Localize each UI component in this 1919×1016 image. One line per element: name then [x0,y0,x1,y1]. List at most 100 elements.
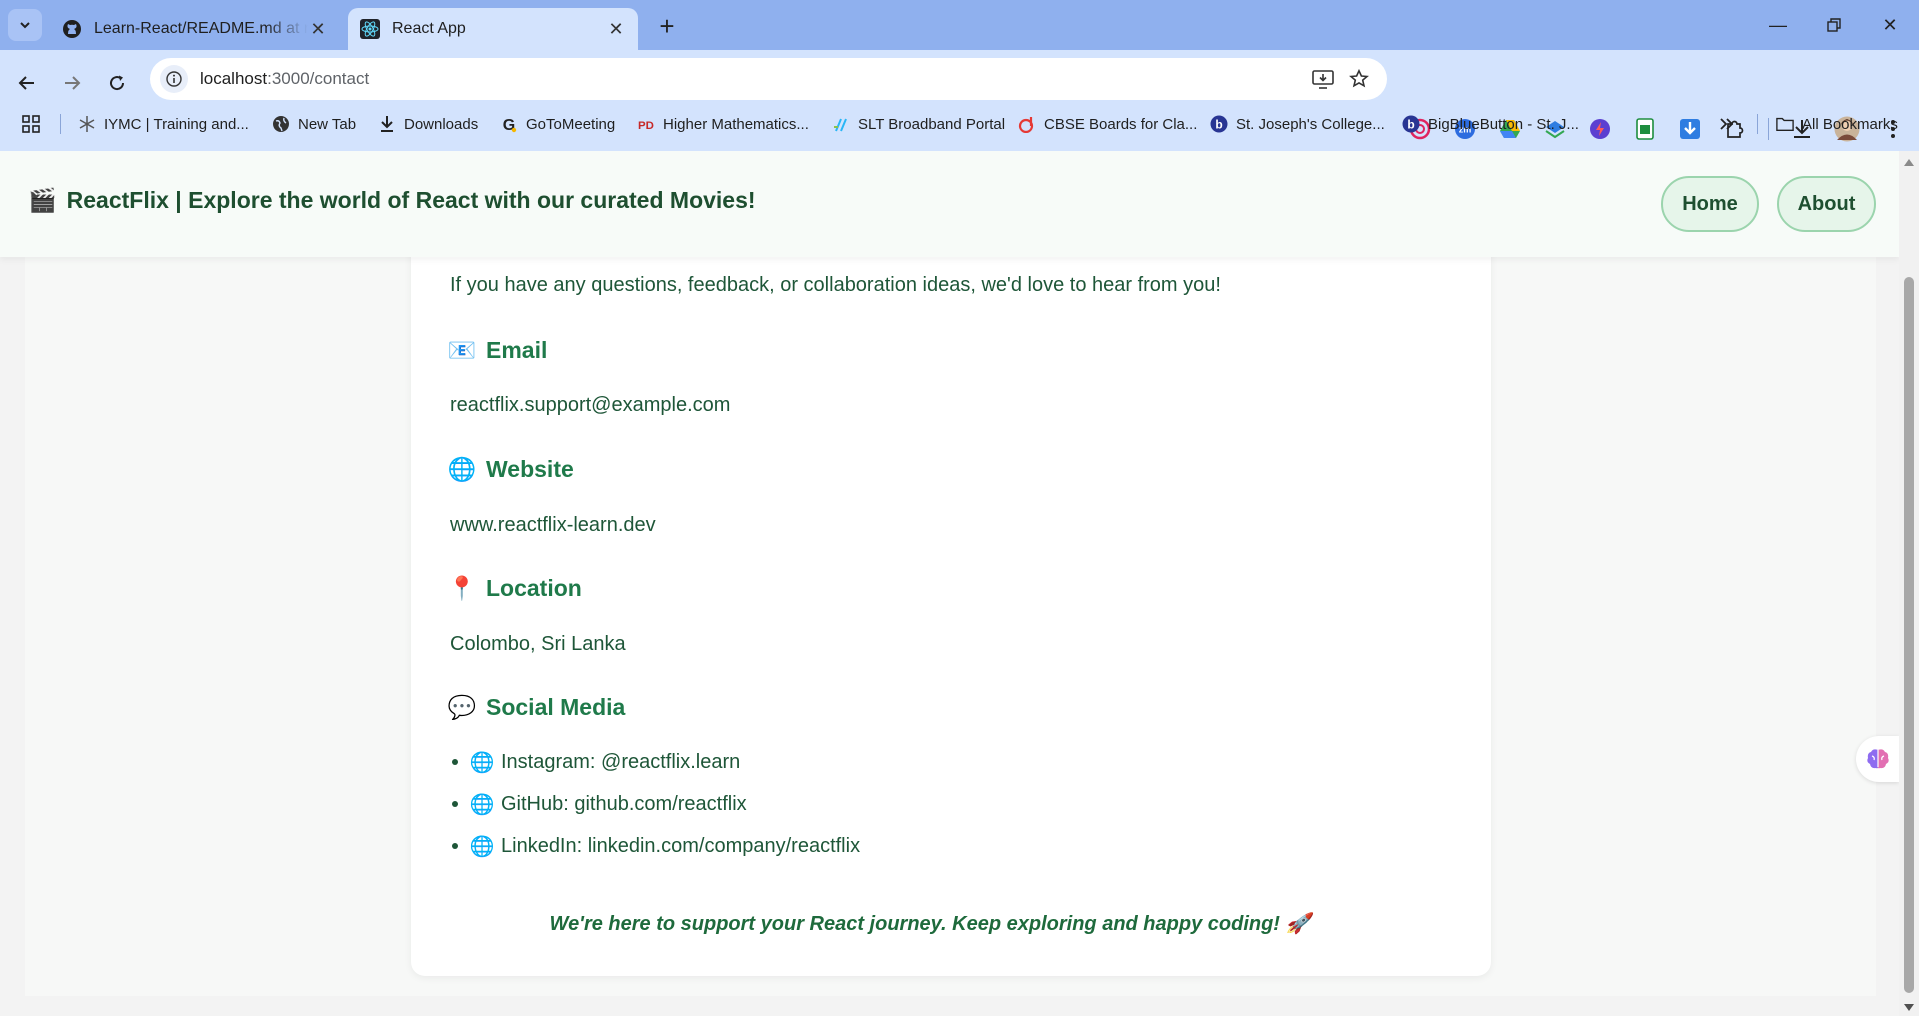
apps-grid-icon [22,115,40,133]
list-item[interactable]: 🌐 Instagram: @reactflix.learn [450,741,860,783]
address-bar[interactable]: localhost:3000/contact [150,58,1387,100]
globe-icon: 🌐 [469,793,495,816]
bookmark-slt-broadband[interactable]: SLT Broadband Portal [832,111,1005,137]
svg-text:b: b [1407,118,1414,132]
bookmark-gotomeeting[interactable]: G GoToMeeting [500,111,615,137]
website-value[interactable]: www.reactflix-learn.dev [450,514,656,537]
floating-assistant-button[interactable] [1856,736,1899,782]
bookmark-label: St. Joseph's College... [1236,115,1385,133]
email-icon: 📧 [447,337,477,363]
tab-github-readme[interactable]: Learn-React/README.md at main ✕ [50,8,340,50]
double-chevron-right-icon [1718,115,1736,133]
bullet [452,759,458,765]
bookmark-label: BigBlueButton - St. J... [1428,115,1579,133]
all-bookmarks-label: All Bookmarks [1802,115,1898,133]
bbb-icon: b [1402,115,1420,133]
close-window-button[interactable]: ✕ [1862,0,1918,50]
apps-button[interactable] [22,111,40,137]
tab-strip: Learn-React/README.md at main ✕ React Ap… [0,0,1919,50]
website-heading-text: Website [486,456,574,482]
reload-button[interactable] [99,65,135,101]
scroll-up-icon[interactable] [1903,157,1915,167]
url-text: localhost:3000/contact [200,69,370,88]
github-icon [62,19,82,39]
bookmark-higher-mathematics[interactable]: PD Higher Mathematics... [637,111,809,137]
email-value[interactable]: reactflix.support@example.com [450,394,730,417]
site-header: 🎬 ReactFlix | Explore the world of React… [0,151,1899,257]
restore-button[interactable] [1806,0,1862,50]
speech-bubble-icon: 💬 [447,694,477,720]
location-value: Colombo, Sri Lanka [450,633,626,655]
toolbar-divider [1768,118,1769,140]
gotomeeting-icon: G [500,115,518,133]
bullet [452,801,458,807]
bookmark-cbse-boards[interactable]: CBSE Boards for Cla... [1018,111,1197,137]
site-info-icon[interactable] [160,65,188,93]
minimize-icon: — [1769,14,1787,35]
tab-search-button[interactable] [8,9,42,41]
tab-react-app[interactable]: React App ✕ [348,8,638,50]
new-tab-button[interactable]: + [652,11,682,41]
bbb-icon: b [1210,115,1228,133]
nav-about-button[interactable]: About [1777,176,1876,232]
social-list: 🌐 Instagram: @reactflix.learn 🌐 GitHub: … [450,741,860,867]
folder-icon [1776,115,1794,133]
brain-icon [1866,749,1889,769]
download-icon [378,115,396,133]
reload-icon [110,75,125,91]
close-icon[interactable]: ✕ [308,19,328,39]
social-linkedin: LinkedIn: linkedin.com/company/reactflix [501,834,861,857]
social-heading-text: Social Media [486,694,626,720]
close-icon: ✕ [1882,14,1898,35]
list-item[interactable]: 🌐 GitHub: github.com/reactflix [450,783,860,825]
bookmark-label: New Tab [298,115,357,133]
location-heading-text: Location [486,575,582,601]
svg-text:b: b [1215,118,1222,132]
all-bookmarks-button[interactable]: All Bookmarks [1776,111,1898,137]
globe-icon [272,115,290,133]
bookmark-new-tab[interactable]: New Tab [272,111,356,137]
chevron-down-icon [20,22,30,29]
scroll-down-icon[interactable] [1903,1002,1915,1012]
bookmark-bigbluebutton[interactable]: b BigBlueButton - St. J... [1402,111,1579,137]
bookmark-label: SLT Broadband Portal [858,115,1006,133]
extension-sheet-icon[interactable] [1632,116,1658,142]
more-bookmarks-button[interactable] [1718,111,1736,137]
social-instagram: Instagram: @reactflix.learn [501,750,741,773]
brand[interactable]: 🎬 ReactFlix | Explore the world of React… [28,187,756,214]
bookmark-st-josephs[interactable]: b St. Joseph's College... [1210,111,1385,137]
tab-title: React App [392,20,466,37]
bookmarks-divider [60,114,61,134]
bookmark-label: IYMC | Training and... [104,115,249,133]
bookmark-label: CBSE Boards for Cla... [1044,115,1198,133]
location-heading: 📍 Location [448,575,582,602]
close-icon[interactable]: ✕ [606,19,626,39]
cbse-icon [1018,115,1036,133]
extension-download-icon[interactable] [1677,116,1703,142]
forward-button[interactable] [54,65,90,101]
social-heading: 💬 Social Media [447,694,626,721]
arrow-left-icon [18,76,34,90]
star-icon[interactable] [1346,66,1372,92]
list-item[interactable]: 🌐 LinkedIn: linkedin.com/company/reactfl… [450,825,860,867]
svg-text:PD: PD [638,120,654,132]
website-heading: 🌐 Website [447,456,574,483]
bookmark-label: Downloads [404,115,479,133]
extension-bolt-icon[interactable] [1587,116,1613,142]
back-button[interactable] [9,65,45,101]
email-heading: 📧 Email [447,337,548,364]
minimize-button[interactable]: — [1750,0,1806,50]
page-scrollbar[interactable] [1899,151,1919,1016]
bookmark-iymc[interactable]: IYMC | Training and... [78,111,249,137]
globe-icon: 🌐 [469,751,495,774]
scrollbar-thumb[interactable] [1904,277,1914,993]
nav-home-button[interactable]: Home [1661,176,1759,232]
iymc-icon [78,115,96,133]
install-app-icon[interactable] [1310,66,1336,92]
closing-message: We're here to support your React journey… [549,913,1311,935]
email-heading-text: Email [486,337,548,363]
globe-icon: 🌐 [447,456,477,482]
bookmark-downloads[interactable]: Downloads [378,111,478,137]
globe-icon: 🌐 [469,835,495,858]
restore-icon [1827,18,1841,32]
